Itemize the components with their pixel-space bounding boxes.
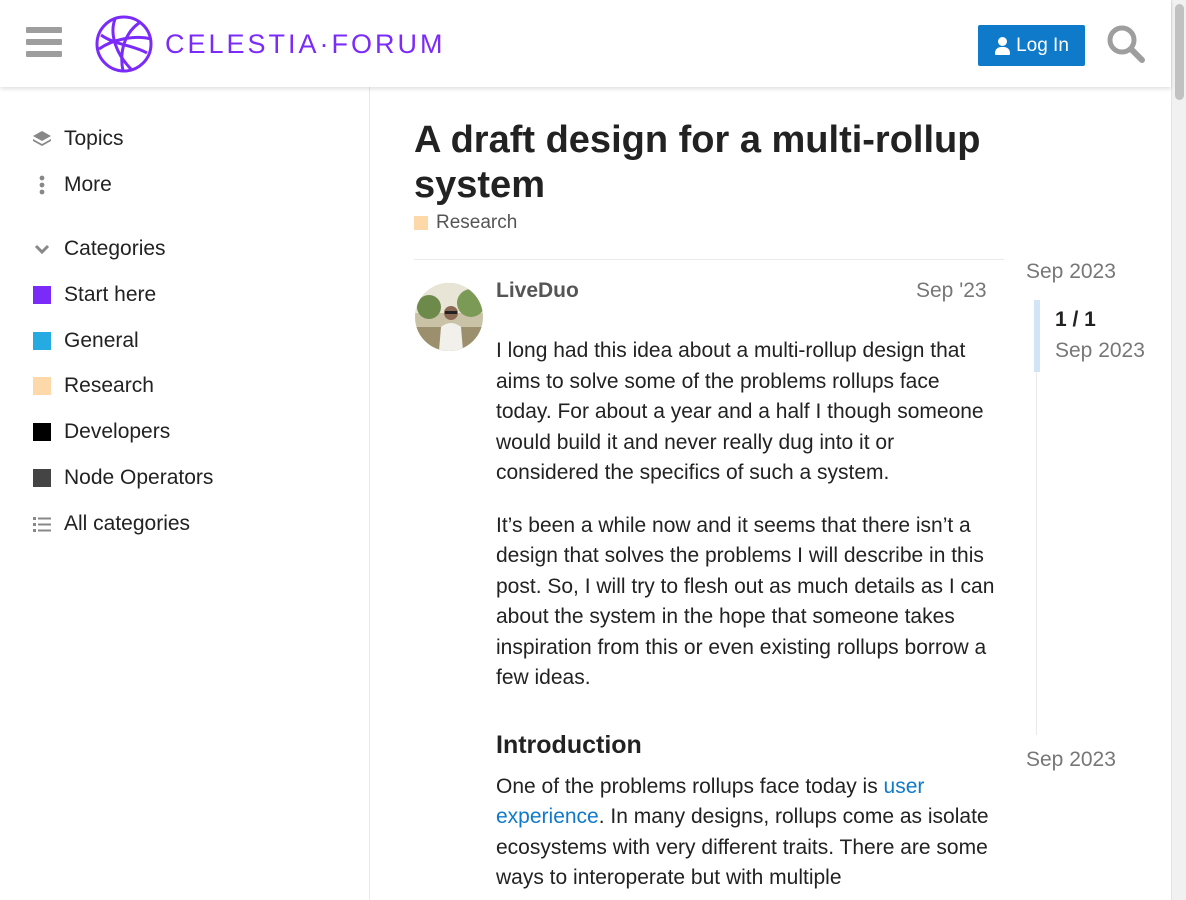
- sidebar-item-label: General: [64, 329, 139, 352]
- sidebar-item-more[interactable]: More: [32, 168, 112, 202]
- timeline-position-date: Sep 2023: [1055, 339, 1145, 362]
- sidebar-category-research[interactable]: Research: [32, 369, 154, 403]
- scrollbar-thumb[interactable]: [1175, 4, 1184, 100]
- category-swatch: [414, 216, 428, 230]
- list-icon: [32, 514, 52, 534]
- sidebar-item-label: Start here: [64, 283, 157, 306]
- hamburger-menu-icon[interactable]: [26, 27, 62, 59]
- categories-heading: Categories: [64, 237, 166, 260]
- topic-title[interactable]: A draft design for a multi-rollup system: [414, 118, 1014, 208]
- user-icon: [994, 36, 1011, 55]
- sidebar-item-topics[interactable]: Topics: [32, 122, 124, 156]
- timeline-end-date[interactable]: Sep 2023: [1026, 748, 1116, 772]
- sidebar-category-general[interactable]: General: [32, 324, 139, 358]
- logo-text: CELESTIA·FORUM: [165, 28, 446, 59]
- categories-section-toggle[interactable]: Categories: [32, 232, 166, 266]
- sidebar-item-label: Topics: [64, 127, 124, 150]
- category-swatch: [33, 286, 51, 304]
- timeline-position: 1 / 1: [1055, 308, 1096, 331]
- log-in-label: Log In: [1016, 34, 1069, 56]
- sidebar-item-label: Research: [64, 374, 154, 397]
- avatar-image: [415, 283, 483, 351]
- page-scrollbar[interactable]: [1171, 0, 1186, 900]
- sidebar-item-all-categories[interactable]: All categories: [32, 507, 190, 541]
- topic-category-badge[interactable]: Research: [414, 212, 517, 234]
- post-paragraph: I long had this idea about a multi-rollu…: [496, 339, 984, 484]
- sidebar-item-label: More: [64, 173, 112, 196]
- sidebar-item-label: Node Operators: [64, 466, 214, 489]
- post-paragraph: It’s been a while now and it seems that …: [496, 513, 995, 690]
- category-swatch: [33, 377, 51, 395]
- topic-category-label: Research: [436, 212, 518, 233]
- timeline-scroller-handle[interactable]: [1034, 300, 1040, 372]
- vertical-ellipsis-icon: [32, 175, 52, 195]
- chevron-down-icon: [32, 239, 52, 259]
- category-swatch: [33, 423, 51, 441]
- topic-divider: [414, 259, 1004, 260]
- site-header: CELESTIA·FORUM Log In: [0, 0, 1171, 87]
- sidebar-category-node-operators[interactable]: Node Operators: [32, 461, 213, 495]
- celestia-logo-icon: [95, 15, 153, 73]
- timeline-start-date[interactable]: Sep 2023: [1026, 260, 1116, 284]
- post-heading: Introduction: [496, 730, 642, 759]
- post-paragraph: One of the problems rollups face today i…: [496, 774, 989, 890]
- sidebar-category-start-here[interactable]: Start here: [32, 278, 156, 312]
- log-in-button[interactable]: Log In: [978, 25, 1085, 66]
- search-icon[interactable]: [1106, 24, 1146, 64]
- post-body: I long had this idea about a multi-rollu…: [496, 336, 996, 900]
- post-date[interactable]: Sep '23: [916, 279, 987, 303]
- sidebar-item-label: All categories: [64, 512, 191, 535]
- sidebar-category-developers[interactable]: Developers: [32, 415, 170, 449]
- site-logo[interactable]: CELESTIA·FORUM: [95, 14, 446, 74]
- sidebar: Topics More Categories Start here Genera…: [0, 87, 370, 900]
- avatar[interactable]: [415, 283, 483, 351]
- sidebar-item-label: Developers: [64, 420, 171, 443]
- post-author[interactable]: LiveDuo: [496, 279, 579, 303]
- category-swatch: [33, 332, 51, 350]
- category-swatch: [33, 469, 51, 487]
- layers-icon: [32, 129, 52, 149]
